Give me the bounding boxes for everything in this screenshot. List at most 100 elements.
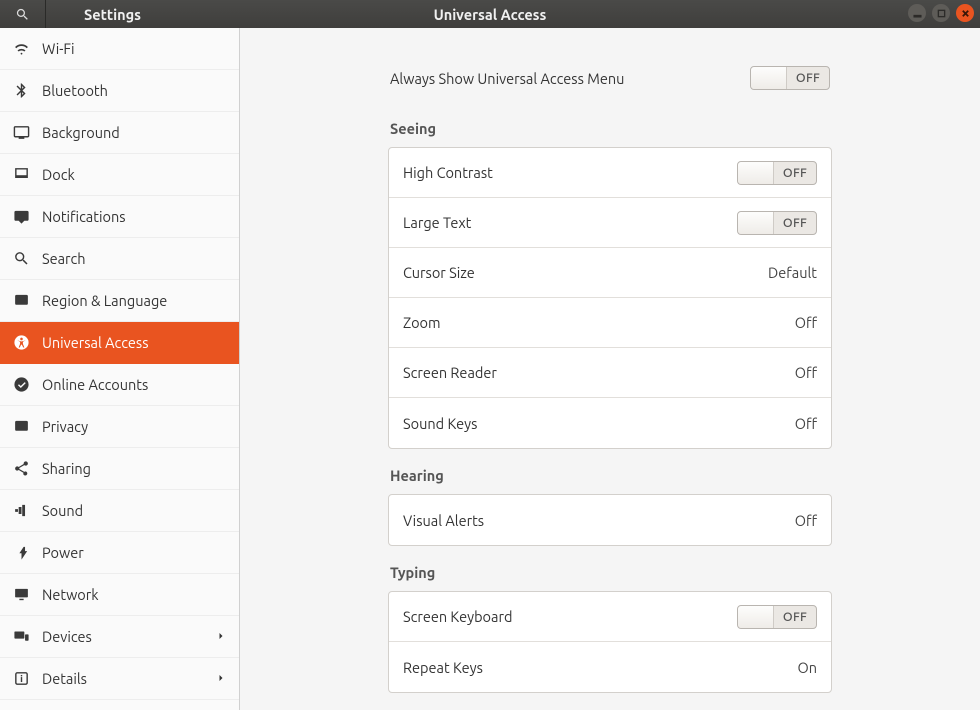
row-label: Screen Reader bbox=[403, 364, 497, 381]
sidebar-item-label: Bluetooth bbox=[42, 82, 227, 99]
sidebar-item-label: Background bbox=[42, 124, 227, 141]
row-label: Large Text bbox=[403, 214, 471, 231]
typing-panel: Screen Keyboard OFF Repeat Keys On bbox=[388, 591, 832, 693]
sidebar-item-region[interactable]: Region & Language bbox=[0, 280, 239, 322]
minimize-button[interactable] bbox=[908, 4, 926, 22]
notifications-icon bbox=[12, 208, 30, 226]
sidebar-item-details[interactable]: Details bbox=[0, 658, 239, 700]
sidebar-item-label: Sharing bbox=[42, 460, 227, 477]
large-text-toggle[interactable]: OFF bbox=[737, 211, 817, 235]
bluetooth-icon bbox=[12, 82, 30, 100]
toggle-state: OFF bbox=[774, 216, 816, 230]
sidebar-item-label: Universal Access bbox=[42, 334, 227, 351]
sidebar-item-label: Search bbox=[42, 250, 227, 267]
sidebar-item-label: Network bbox=[42, 586, 227, 603]
sidebar-item-label: Region & Language bbox=[42, 292, 227, 309]
always-show-label: Always Show Universal Access Menu bbox=[390, 70, 624, 87]
sidebar-item-universal-access[interactable]: Universal Access bbox=[0, 322, 239, 364]
row-repeat-keys[interactable]: Repeat Keys On bbox=[389, 642, 831, 692]
sidebar-item-search[interactable]: Search bbox=[0, 238, 239, 280]
sidebar-item-label: Dock bbox=[42, 166, 227, 183]
row-zoom[interactable]: Zoom Off bbox=[389, 298, 831, 348]
power-icon bbox=[12, 544, 30, 562]
row-label: Zoom bbox=[403, 314, 441, 331]
row-value: Off bbox=[795, 364, 817, 381]
sidebar-item-label: Devices bbox=[42, 628, 203, 645]
row-visual-alerts[interactable]: Visual Alerts Off bbox=[389, 495, 831, 545]
row-label: Visual Alerts bbox=[403, 512, 484, 529]
toggle-knob bbox=[751, 67, 787, 89]
sidebar-item-sound[interactable]: Sound bbox=[0, 490, 239, 532]
sidebar-item-devices[interactable]: Devices bbox=[0, 616, 239, 658]
search-button[interactable] bbox=[0, 0, 46, 28]
row-value: Default bbox=[768, 264, 817, 281]
sidebar-item-wifi[interactable]: Wi-Fi bbox=[0, 28, 239, 70]
sidebar-item-background[interactable]: Background bbox=[0, 112, 239, 154]
section-title-seeing: Seeing bbox=[390, 120, 832, 137]
row-screen-keyboard[interactable]: Screen Keyboard OFF bbox=[389, 592, 831, 642]
online-accounts-icon bbox=[12, 376, 30, 394]
titlebar: Settings Universal Access bbox=[0, 0, 980, 28]
toggle-state: OFF bbox=[787, 71, 829, 85]
sidebar-item-notifications[interactable]: Notifications bbox=[0, 196, 239, 238]
app-title: Settings bbox=[46, 6, 141, 23]
row-sound-keys[interactable]: Sound Keys Off bbox=[389, 398, 831, 448]
sidebar: Wi-Fi Bluetooth Background Dock Notifica… bbox=[0, 28, 240, 710]
chevron-right-icon bbox=[215, 629, 227, 645]
toggle-state: OFF bbox=[774, 610, 816, 624]
sidebar-item-sharing[interactable]: Sharing bbox=[0, 448, 239, 490]
network-icon bbox=[12, 586, 30, 604]
sound-icon bbox=[12, 502, 30, 520]
always-show-toggle[interactable]: OFF bbox=[750, 66, 830, 90]
toggle-knob bbox=[738, 606, 774, 628]
section-title-hearing: Hearing bbox=[390, 467, 832, 484]
search-icon bbox=[12, 250, 30, 268]
always-show-row: Always Show Universal Access Menu OFF bbox=[388, 66, 832, 90]
sidebar-item-network[interactable]: Network bbox=[0, 574, 239, 616]
sidebar-item-dock[interactable]: Dock bbox=[0, 154, 239, 196]
chevron-right-icon bbox=[215, 671, 227, 687]
hearing-panel: Visual Alerts Off bbox=[388, 494, 832, 546]
content-area: Always Show Universal Access Menu OFF Se… bbox=[240, 28, 980, 710]
sidebar-item-power[interactable]: Power bbox=[0, 532, 239, 574]
maximize-button[interactable] bbox=[932, 4, 950, 22]
background-icon bbox=[12, 124, 30, 142]
sidebar-item-online-accounts[interactable]: Online Accounts bbox=[0, 364, 239, 406]
row-high-contrast[interactable]: High Contrast OFF bbox=[389, 148, 831, 198]
row-large-text[interactable]: Large Text OFF bbox=[389, 198, 831, 248]
sidebar-item-label: Notifications bbox=[42, 208, 227, 225]
close-button[interactable] bbox=[956, 4, 974, 22]
page-title: Universal Access bbox=[434, 6, 547, 23]
seeing-panel: High Contrast OFF Large Text OFF Cursor … bbox=[388, 147, 832, 449]
devices-icon bbox=[12, 628, 30, 646]
row-label: Cursor Size bbox=[403, 264, 475, 281]
search-icon bbox=[15, 7, 30, 22]
sidebar-item-privacy[interactable]: Privacy bbox=[0, 406, 239, 448]
sidebar-item-label: Power bbox=[42, 544, 227, 561]
row-label: Repeat Keys bbox=[403, 659, 483, 676]
privacy-icon bbox=[12, 418, 30, 436]
high-contrast-toggle[interactable]: OFF bbox=[737, 161, 817, 185]
section-title-typing: Typing bbox=[390, 564, 832, 581]
row-cursor-size[interactable]: Cursor Size Default bbox=[389, 248, 831, 298]
row-value: Off bbox=[795, 512, 817, 529]
toggle-state: OFF bbox=[774, 166, 816, 180]
sidebar-item-bluetooth[interactable]: Bluetooth bbox=[0, 70, 239, 112]
sharing-icon bbox=[12, 460, 30, 478]
row-value: On bbox=[797, 659, 817, 676]
details-icon bbox=[12, 670, 30, 688]
row-label: Sound Keys bbox=[403, 415, 477, 432]
accessibility-icon bbox=[12, 334, 30, 352]
row-screen-reader[interactable]: Screen Reader Off bbox=[389, 348, 831, 398]
window-controls bbox=[908, 4, 974, 22]
row-label: High Contrast bbox=[403, 164, 493, 181]
row-value: Off bbox=[795, 415, 817, 432]
toggle-knob bbox=[738, 162, 774, 184]
sidebar-item-label: Wi-Fi bbox=[42, 40, 227, 57]
sidebar-item-label: Privacy bbox=[42, 418, 227, 435]
dock-icon bbox=[12, 166, 30, 184]
wifi-icon bbox=[12, 40, 30, 58]
screen-keyboard-toggle[interactable]: OFF bbox=[737, 605, 817, 629]
sidebar-item-label: Details bbox=[42, 670, 203, 687]
region-icon bbox=[12, 292, 30, 310]
